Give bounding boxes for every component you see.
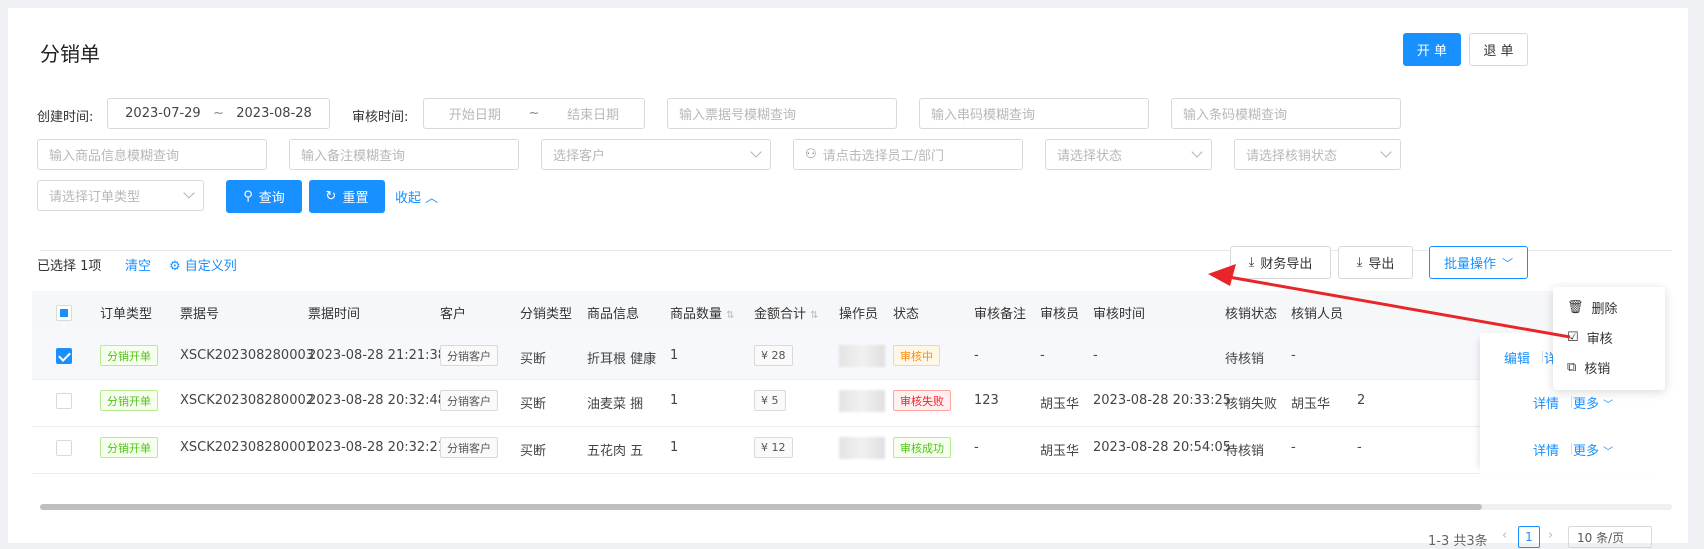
page-container: 分销单 开 单 退 单 创建时间: 2023-07-29 ~ 2023-08-2… [8, 8, 1688, 549]
annotation-arrow [1208, 264, 1571, 339]
